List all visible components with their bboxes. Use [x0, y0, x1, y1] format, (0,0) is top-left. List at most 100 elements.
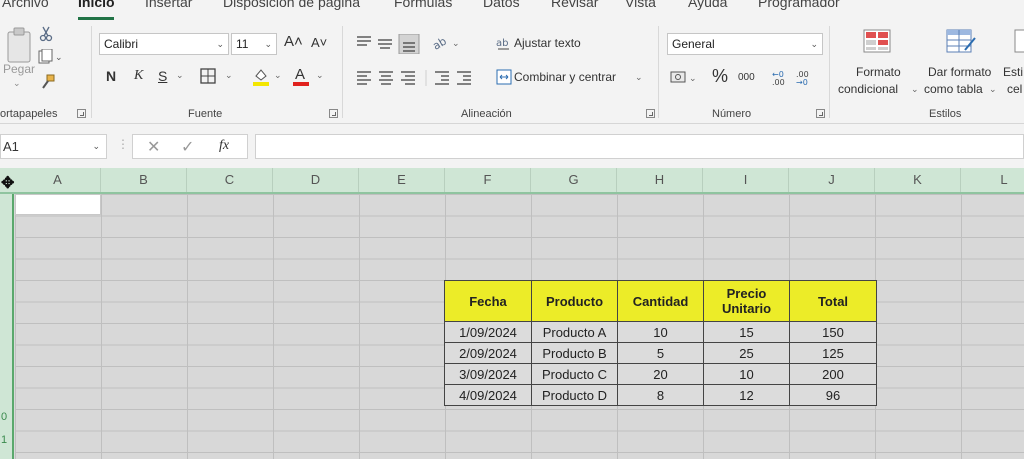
column-header-l[interactable]: L	[961, 168, 1024, 192]
cell-precio[interactable]: 25	[703, 342, 790, 364]
percent-button[interactable]: %	[712, 66, 728, 87]
conditional-dropdown-icon[interactable]: ⌄	[911, 84, 919, 95]
format-as-table-icon[interactable]	[945, 28, 977, 54]
format-as-table-dropdown-icon[interactable]: ⌄	[989, 84, 997, 95]
column-header-e[interactable]: E	[359, 168, 445, 192]
tab-vista[interactable]: Vista	[625, 0, 656, 10]
tab-archivo[interactable]: Archivo	[2, 0, 49, 10]
cell-fecha[interactable]: 2/09/2024	[444, 342, 532, 364]
name-box[interactable]: A1 ⌄	[0, 134, 107, 159]
column-header-j[interactable]: J	[789, 168, 875, 192]
merge-dropdown-icon[interactable]: ⌄	[635, 72, 643, 83]
tab-disposicion[interactable]: Disposición de página	[223, 0, 360, 10]
number-format-select[interactable]: General ⌄	[667, 33, 823, 55]
conditional-format-label-2[interactable]: condicional	[838, 82, 898, 96]
increase-font-size-icon[interactable]: A˄	[284, 33, 303, 50]
cell-precio[interactable]: 12	[703, 384, 790, 406]
cut-icon[interactable]	[39, 26, 53, 42]
font-name-select[interactable]: Calibri ⌄	[99, 33, 229, 55]
drag-handle-icon[interactable]: ⋮	[117, 137, 129, 151]
cell-cantidad[interactable]: 8	[617, 384, 704, 406]
cell-total[interactable]: 200	[789, 363, 877, 385]
borders-icon[interactable]	[200, 68, 216, 84]
row-header-10[interactable]: 0	[0, 411, 14, 423]
insert-function-icon[interactable]: fx	[219, 138, 229, 154]
column-header-f[interactable]: F	[445, 168, 531, 192]
column-header-b[interactable]: B	[101, 168, 187, 192]
fill-color-icon[interactable]	[252, 66, 270, 86]
cancel-icon[interactable]: ✕	[147, 137, 160, 157]
cell-precio[interactable]: 10	[703, 363, 790, 385]
column-header-i[interactable]: I	[703, 168, 789, 192]
font-launcher-icon[interactable]	[329, 109, 338, 118]
wrap-text-button[interactable]: Ajustar texto	[514, 36, 581, 50]
clipboard-launcher-icon[interactable]	[77, 109, 86, 118]
header-precio-unitario[interactable]: Precio Unitario	[703, 280, 790, 322]
tab-datos[interactable]: Datos	[483, 0, 520, 10]
header-fecha[interactable]: Fecha	[444, 280, 532, 322]
cell-producto[interactable]: Producto B	[531, 342, 618, 364]
wrap-text-icon[interactable]: ab	[496, 35, 512, 51]
fill-color-dropdown-icon[interactable]: ⌄	[274, 70, 282, 81]
active-cell-a1[interactable]	[15, 194, 101, 215]
column-header-c[interactable]: C	[187, 168, 273, 192]
cell-producto[interactable]: Producto A	[531, 321, 618, 343]
underline-button[interactable]: S	[158, 68, 167, 84]
cell-total[interactable]: 96	[789, 384, 877, 406]
decrease-font-size-icon[interactable]: A˅	[311, 35, 327, 50]
cell-styles-label-1[interactable]: Esti	[1003, 65, 1023, 79]
format-as-table-label-2[interactable]: como tabla	[924, 82, 983, 96]
cell-cantidad[interactable]: 5	[617, 342, 704, 364]
cell-cantidad[interactable]: 10	[617, 321, 704, 343]
enter-icon[interactable]: ✓	[181, 137, 194, 157]
underline-dropdown-icon[interactable]: ⌄	[176, 70, 184, 81]
accounting-format-icon[interactable]: ⌄	[670, 69, 700, 85]
column-header-a[interactable]: A	[15, 168, 101, 192]
paste-icon[interactable]	[4, 26, 34, 64]
bold-button[interactable]: N	[106, 68, 116, 84]
number-launcher-icon[interactable]	[816, 109, 825, 118]
column-header-d[interactable]: D	[273, 168, 359, 192]
copy-icon[interactable]: ⌄	[38, 49, 64, 65]
decimal-buttons[interactable]: ←0 .00 .00 →0	[772, 68, 818, 86]
merge-center-button[interactable]: Combinar y centrar	[514, 70, 616, 84]
cell-fecha[interactable]: 1/09/2024	[444, 321, 532, 343]
cell-total[interactable]: 125	[789, 342, 877, 364]
header-cantidad[interactable]: Cantidad	[617, 280, 704, 322]
borders-dropdown-icon[interactable]: ⌄	[225, 70, 233, 81]
cell-cantidad[interactable]: 20	[617, 363, 704, 385]
font-size-select[interactable]: 11 ⌄	[231, 33, 277, 55]
orientation-icon[interactable]: ab ⌄	[432, 34, 462, 52]
formula-input[interactable]	[255, 134, 1024, 159]
paste-dropdown-icon[interactable]: ⌄	[13, 78, 21, 89]
cell-styles-label-2[interactable]: cel	[1007, 82, 1022, 96]
tab-ayuda[interactable]: Ayuda	[688, 0, 727, 10]
cell-producto[interactable]: Producto D	[531, 384, 618, 406]
format-painter-icon[interactable]	[40, 74, 56, 90]
conditional-format-icon[interactable]	[862, 28, 892, 54]
alignment-launcher-icon[interactable]	[646, 109, 655, 118]
paste-button[interactable]: Pegar	[3, 62, 35, 76]
italic-button[interactable]: K	[134, 68, 143, 84]
font-color-icon[interactable]: A	[292, 65, 310, 87]
tab-inicio[interactable]: Inicio	[78, 0, 115, 10]
cell-producto[interactable]: Producto C	[531, 363, 618, 385]
header-total[interactable]: Total	[789, 280, 877, 322]
header-producto[interactable]: Producto	[531, 280, 618, 322]
row-header-11[interactable]: 1	[0, 434, 14, 446]
tab-formulas[interactable]: Fórmulas	[394, 0, 452, 10]
font-color-dropdown-icon[interactable]: ⌄	[316, 70, 324, 81]
conditional-format-label-1[interactable]: Formato	[856, 65, 901, 79]
cell-styles-icon[interactable]	[1014, 28, 1024, 54]
cell-fecha[interactable]: 4/09/2024	[444, 384, 532, 406]
merge-center-icon[interactable]	[496, 69, 512, 85]
column-header-h[interactable]: H	[617, 168, 703, 192]
tab-revisar[interactable]: Revisar	[551, 0, 598, 10]
tab-programador[interactable]: Programador	[758, 0, 840, 10]
tab-insertar[interactable]: Insertar	[145, 0, 192, 10]
cell-fecha[interactable]: 3/09/2024	[444, 363, 532, 385]
column-header-g[interactable]: G	[531, 168, 617, 192]
format-as-table-label-1[interactable]: Dar formato	[928, 65, 991, 79]
cell-total[interactable]: 150	[789, 321, 877, 343]
thousands-button[interactable]: 000	[738, 72, 755, 83]
